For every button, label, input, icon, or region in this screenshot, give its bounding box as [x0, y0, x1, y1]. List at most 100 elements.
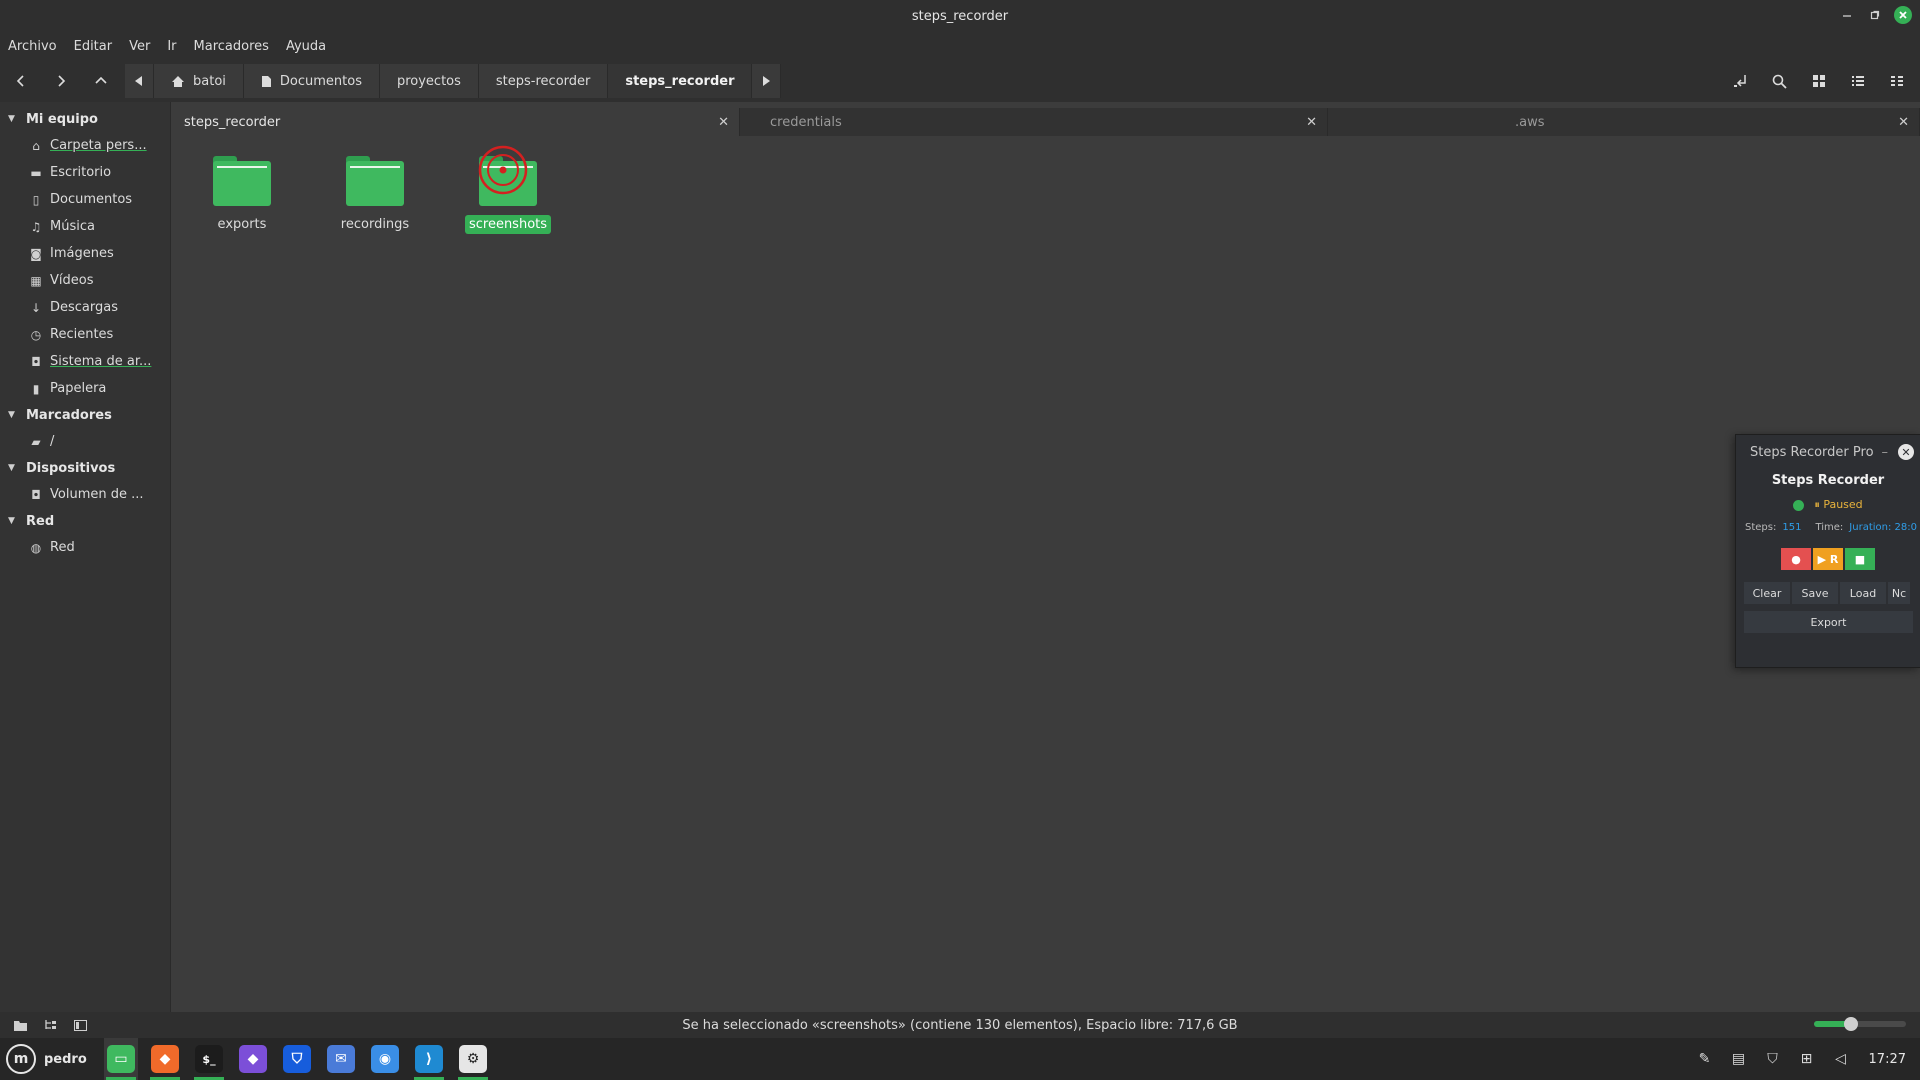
sidebar-section-dispositivos[interactable]: ▼ Dispositivos — [0, 455, 170, 481]
tab-label: .aws — [1515, 114, 1545, 130]
sidebar-item-recientes[interactable]: ◷ Recientes — [0, 321, 170, 348]
bookmark-folder-icon: ▰ — [31, 434, 41, 449]
menu-ayuda[interactable]: Ayuda — [286, 39, 326, 54]
sidebar-item-red[interactable]: ◍ Red — [0, 534, 170, 561]
download-icon: ↓ — [30, 300, 42, 315]
sidebar-section-marcadores[interactable]: ▼ Marcadores — [0, 402, 170, 428]
volume-icon[interactable]: ◁ — [1831, 1051, 1851, 1067]
sidebar-item-label: Vídeos — [50, 273, 94, 288]
back-button[interactable] — [2, 64, 40, 98]
breadcrumb-item-steps-recorder[interactable]: steps-recorder — [478, 64, 609, 98]
taskbar-app-brave[interactable]: ◆ — [148, 1038, 182, 1080]
network-icon[interactable]: ⊞ — [1797, 1051, 1817, 1067]
taskbar-app-obsidian[interactable]: ◆ — [236, 1038, 270, 1080]
recorder-heading: Steps Recorder — [1771, 473, 1885, 488]
menu-ver[interactable]: Ver — [129, 39, 150, 54]
taskbar-app-screenshot[interactable]: ◉ — [368, 1038, 402, 1080]
clear-button[interactable]: Clear — [1744, 582, 1790, 604]
minimize-button[interactable]: – — [1882, 445, 1889, 460]
breadcrumb-item-batoi[interactable]: batoi — [154, 64, 244, 98]
show-tree-button[interactable] — [40, 1016, 60, 1034]
close-tab-icon[interactable]: ✕ — [1306, 115, 1317, 130]
breadcrumb-item-documentos[interactable]: Documentos — [243, 64, 380, 98]
breadcrumb-item-proyectos[interactable]: proyectos — [379, 64, 479, 98]
file-name: screenshots — [464, 215, 552, 234]
close-tab-icon[interactable]: ✕ — [718, 115, 729, 130]
pen-icon[interactable]: ✎ — [1695, 1051, 1715, 1067]
zoom-slider[interactable] — [1814, 1017, 1906, 1031]
status-dot-icon — [1793, 499, 1805, 511]
menu-marcadores[interactable]: Marcadores — [194, 39, 269, 54]
file-view[interactable]: exports recordings screenshots — [172, 136, 1920, 1012]
folder-item-recordings[interactable]: recordings — [330, 156, 420, 234]
sidebar-item-sistema-de-archivos[interactable]: ◘ Sistema de ar... — [0, 348, 170, 375]
notes-button[interactable]: Nc — [1888, 582, 1910, 604]
hide-sidebar-button[interactable] — [70, 1016, 90, 1034]
sidebar-item-label: Recientes — [50, 327, 114, 342]
compact-view-button[interactable] — [1877, 64, 1916, 98]
window-titlebar[interactable]: steps_recorder — [0, 0, 1920, 32]
zoom-slider-handle[interactable] — [1843, 1017, 1858, 1031]
tab-label: steps_recorder — [184, 114, 281, 130]
sidebar-section-red[interactable]: ▼ Red — [0, 508, 170, 534]
taskbar-app-mail[interactable]: ✉ — [324, 1038, 358, 1080]
sidebar-item-escritorio[interactable]: ▬ Escritorio — [0, 159, 170, 186]
sidebar-item-papelera[interactable]: ▮ Papelera — [0, 375, 170, 402]
sidebar-item-root-bookmark[interactable]: ▰ / — [0, 428, 170, 455]
sidebar-item-carpeta-personal[interactable]: ⌂ Carpeta pers... — [0, 132, 170, 159]
start-menu-button[interactable]: m pedro — [0, 1044, 96, 1074]
sidebar-item-musica[interactable]: ♫ Música — [0, 213, 170, 240]
sidebar-item-imagenes[interactable]: ◙ Imágenes — [0, 240, 170, 267]
tab-steps-recorder[interactable]: steps_recorder ✕ — [172, 108, 740, 136]
forward-button[interactable] — [42, 64, 80, 98]
sidebar-item-documentos[interactable]: ▯ Documentos — [0, 186, 170, 213]
export-button[interactable]: Export — [1744, 611, 1913, 633]
folder-item-exports[interactable]: exports — [197, 156, 287, 234]
recorder-titlebar[interactable]: Steps Recorder Pro – ✕ — [1736, 435, 1920, 469]
close-tab-icon[interactable]: ✕ — [1898, 115, 1909, 130]
list-view-button[interactable] — [1838, 64, 1877, 98]
taskbar-apps: ▭ ◆ $_ ◆ ⛉ ✉ ◉ ⟩ ⚙ — [104, 1038, 490, 1080]
sidebar-section-mi-equipo[interactable]: ▼ Mi equipo — [0, 106, 170, 132]
maximize-button[interactable] — [1866, 6, 1884, 24]
record-button[interactable]: ● — [1781, 548, 1811, 570]
menu-archivo[interactable]: Archivo — [8, 39, 57, 54]
breadcrumb-item-steps_recorder[interactable]: steps_recorder — [608, 64, 753, 98]
tab-aws[interactable]: .aws ✕ — [1328, 108, 1920, 136]
drive-icon: ◘ — [31, 354, 41, 369]
resume-button[interactable]: ▶ R — [1813, 548, 1843, 570]
sidebar-item-volumen[interactable]: ◘ Volumen de ... — [0, 481, 170, 508]
taskbar-app-bitwarden[interactable]: ⛉ — [280, 1038, 314, 1080]
clock[interactable]: 17:27 — [1869, 1052, 1906, 1067]
close-button[interactable]: ✕ — [1898, 444, 1914, 460]
tab-credentials[interactable]: credentials ✕ — [740, 108, 1328, 136]
clipboard-icon[interactable]: ▤ — [1729, 1051, 1749, 1067]
icon-view-button[interactable] — [1799, 64, 1838, 98]
sidebar-item-videos[interactable]: ▦ Vídeos — [0, 267, 170, 294]
toolbar-right — [1721, 64, 1916, 98]
show-places-button[interactable] — [10, 1016, 30, 1034]
taskbar-app-settings[interactable]: ⚙ — [456, 1038, 490, 1080]
breadcrumb-scroll-left[interactable] — [125, 64, 154, 98]
taskbar-app-vscode[interactable]: ⟩ — [412, 1038, 446, 1080]
breadcrumb-scroll-right[interactable] — [752, 64, 782, 98]
sidebar-item-descargas[interactable]: ↓ Descargas — [0, 294, 170, 321]
window-title: steps_recorder — [911, 8, 1009, 24]
stop-button[interactable]: ■ — [1845, 548, 1875, 570]
volume-icon: ◘ — [31, 487, 41, 502]
shield-update-icon[interactable]: ⛉ — [1763, 1051, 1783, 1067]
user-name: pedro — [44, 1051, 87, 1067]
search-button[interactable] — [1760, 64, 1799, 98]
taskbar-app-terminal[interactable]: $_ — [192, 1038, 226, 1080]
open-terminal-button[interactable] — [1721, 64, 1760, 98]
home-icon — [172, 75, 184, 87]
taskbar-app-files[interactable]: ▭ — [104, 1038, 138, 1080]
up-button[interactable] — [82, 64, 120, 98]
menu-editar[interactable]: Editar — [74, 39, 113, 54]
menu-ir[interactable]: Ir — [167, 39, 176, 54]
save-button[interactable]: Save — [1792, 582, 1838, 604]
close-button[interactable] — [1894, 6, 1912, 24]
file-name: exports — [217, 217, 267, 232]
minimize-button[interactable] — [1838, 6, 1856, 24]
load-button[interactable]: Load — [1840, 582, 1886, 604]
